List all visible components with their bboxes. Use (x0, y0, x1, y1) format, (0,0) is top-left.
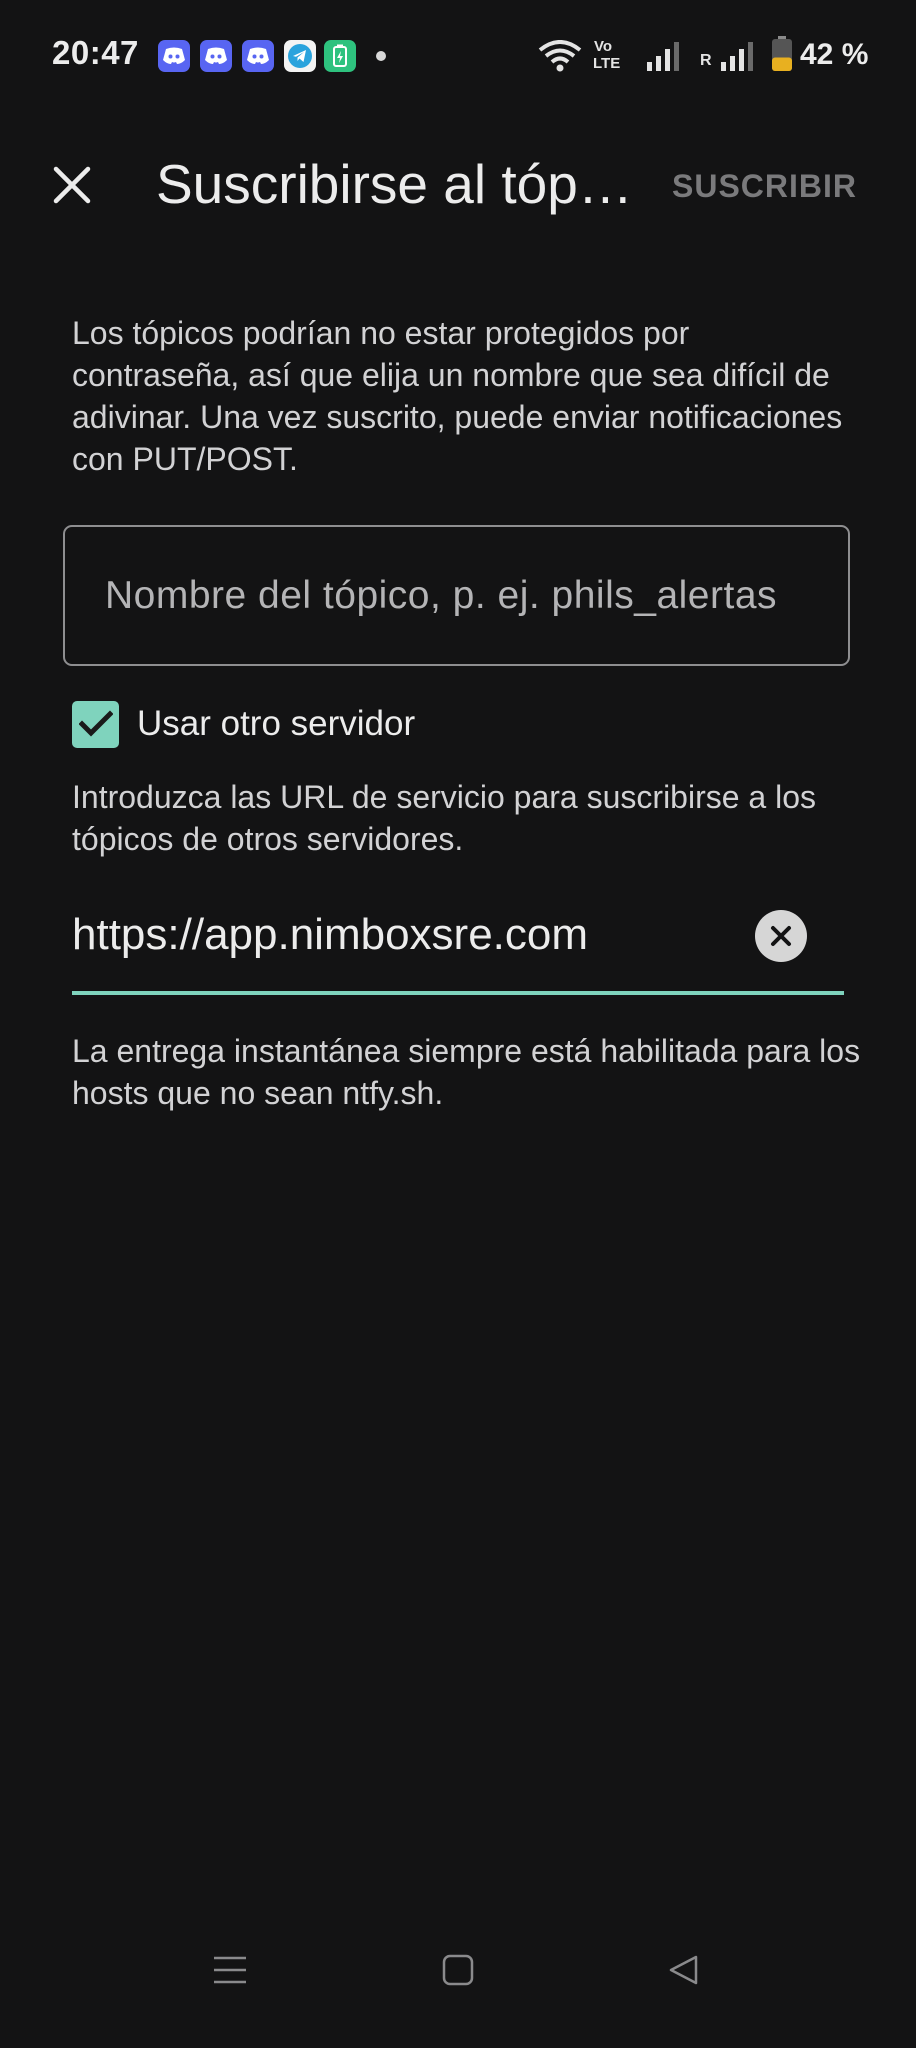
use-other-server-label: Usar otro servidor (137, 704, 416, 743)
roaming-signal-icon (721, 42, 753, 71)
info-text: Los tópicos podrían no estar protegidos … (72, 315, 843, 477)
more-notifications-dot (376, 51, 386, 61)
menu-button[interactable] (200, 1940, 260, 2000)
telegram-icon (284, 40, 316, 72)
home-button[interactable] (428, 1940, 488, 2000)
status-time: 20:47 (52, 34, 139, 71)
topic-input[interactable] (103, 572, 810, 619)
close-icon (53, 166, 91, 204)
battery-percent: 42 % (800, 38, 869, 71)
server-url-input[interactable] (72, 900, 732, 970)
back-button[interactable] (654, 1940, 714, 2000)
server-help-text: Introduzca las URL de servicio para susc… (72, 779, 817, 857)
home-icon (442, 1954, 474, 1986)
use-other-server-checkbox[interactable] (72, 700, 119, 748)
status-bar: 20:47 Vo LTE R 42 % (0, 0, 916, 110)
use-other-server-checkbox-row[interactable]: Usar otro servidor (72, 700, 415, 748)
dialog-title: Suscribirse al tópico (156, 153, 636, 215)
wifi-icon (538, 40, 582, 72)
server-url-underline (72, 991, 844, 995)
server-url-field[interactable] (72, 900, 844, 998)
delivery-note: La entrega instantánea siempre está habi… (72, 1033, 861, 1111)
checkmark-icon (78, 710, 113, 737)
discord-icon (242, 40, 274, 72)
navigation-bar (0, 1940, 916, 2048)
menu-icon (214, 1956, 246, 1984)
clear-server-url-button[interactable] (755, 910, 807, 962)
clear-icon (771, 926, 791, 946)
volte-icon: Vo LTE (593, 38, 621, 72)
battery-saver-icon (324, 40, 356, 72)
topic-field[interactable] (63, 525, 850, 666)
battery-icon (772, 36, 792, 71)
subscribe-button[interactable]: SUSCRIBIR (672, 168, 857, 205)
discord-icon (158, 40, 190, 72)
back-icon (669, 1955, 698, 1985)
close-button[interactable] (44, 157, 100, 213)
discord-icon (200, 40, 232, 72)
signal-icon (647, 42, 679, 71)
roaming-label: R (700, 52, 712, 69)
